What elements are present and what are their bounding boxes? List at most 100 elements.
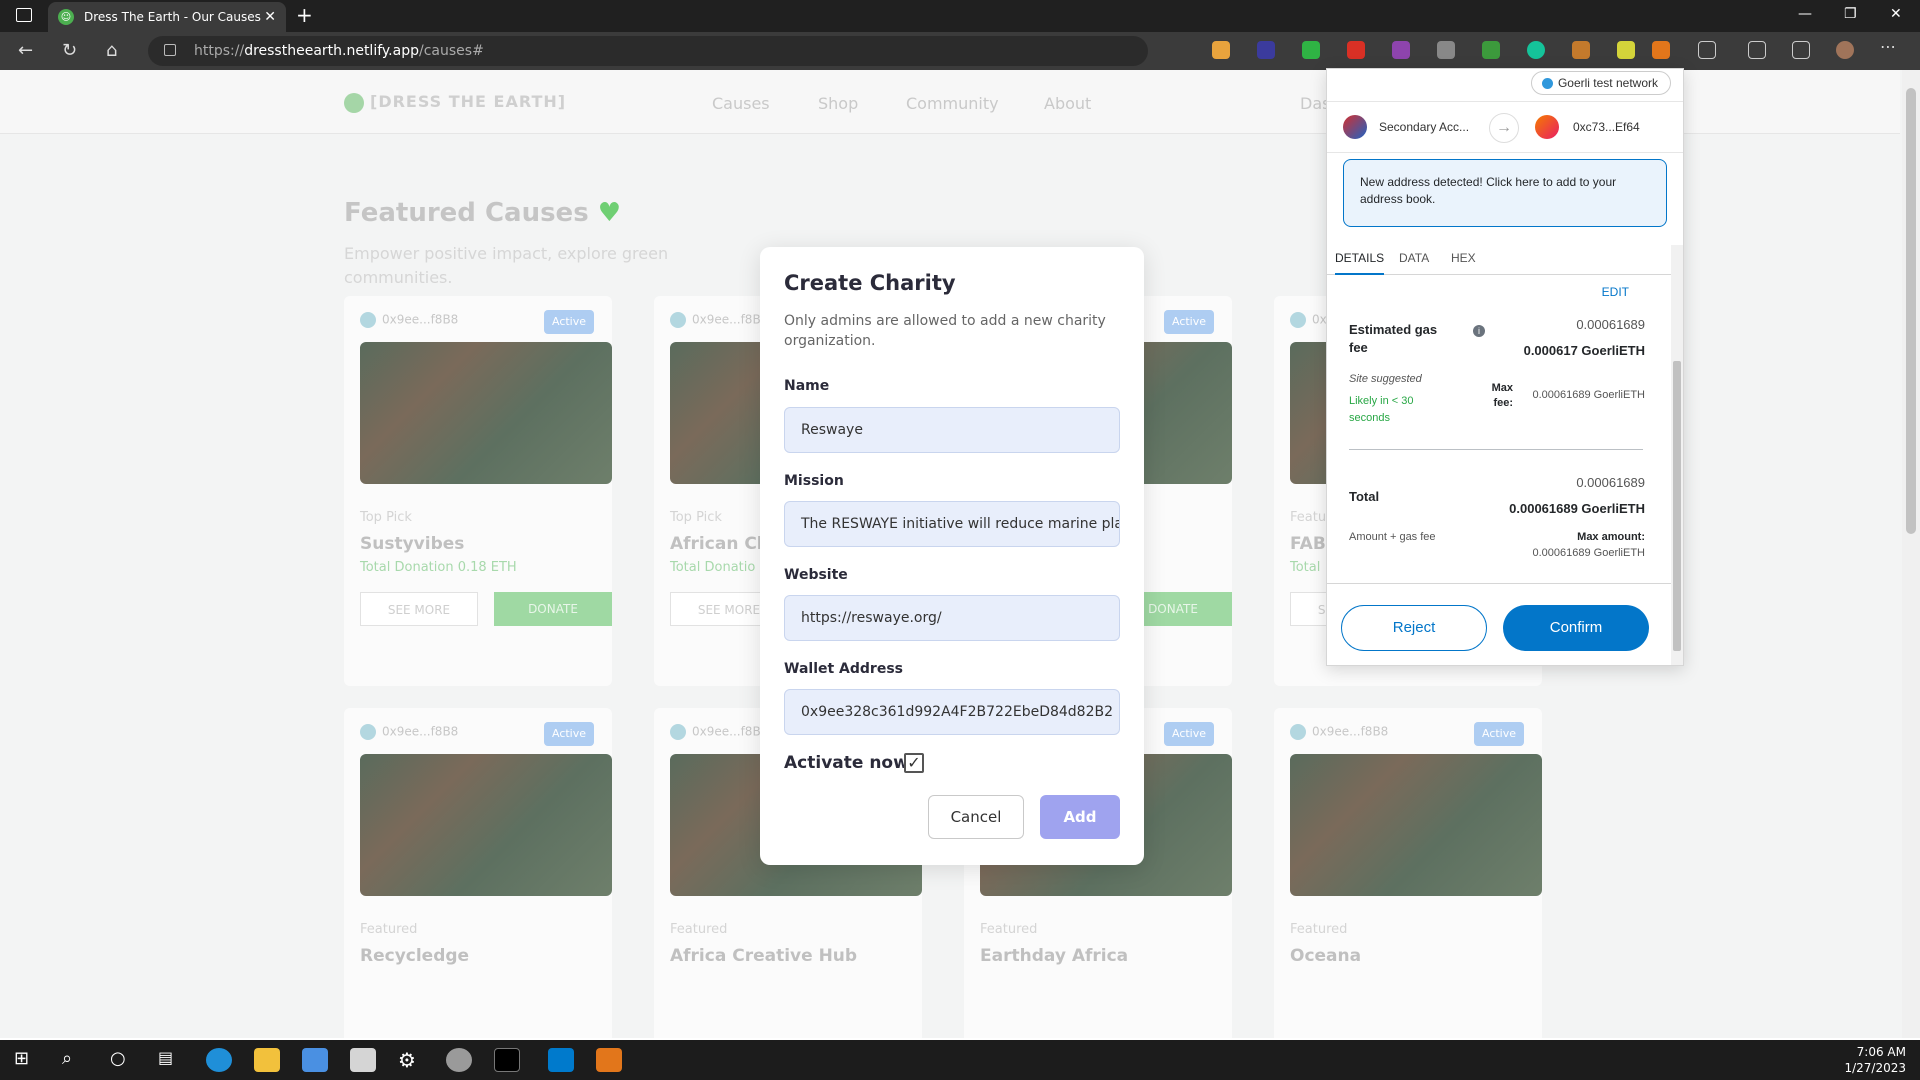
add-button[interactable]: Add: [1040, 795, 1120, 839]
card-name: Oceana: [1290, 946, 1362, 966]
address-bar[interactable]: https://dresstheearth.netlify.app/causes…: [148, 36, 1148, 66]
footer-divider: [1327, 583, 1671, 584]
owner-avatar-icon: [360, 724, 376, 740]
site-favicon-icon: ☺: [58, 9, 74, 25]
name-input[interactable]: Reswaye: [784, 407, 1120, 453]
status-badge: Active: [1164, 310, 1214, 334]
cancel-button[interactable]: Cancel: [928, 795, 1024, 839]
new-tab-icon[interactable]: +: [296, 5, 313, 25]
home-icon[interactable]: ⌂: [106, 40, 117, 61]
store-icon[interactable]: [302, 1048, 328, 1072]
see-more-button[interactable]: SEE MORE: [360, 592, 478, 626]
modal-title: Create Charity: [784, 271, 956, 295]
create-charity-modal: Create Charity Only admins are allowed t…: [760, 247, 1144, 865]
nav-community[interactable]: Community: [906, 94, 999, 113]
tab-actions-icon[interactable]: [16, 8, 32, 22]
minimize-icon[interactable]: —: [1798, 6, 1812, 22]
site-logo[interactable]: [DRESS THE EARTH]: [344, 92, 566, 113]
total-label: Total: [1349, 489, 1380, 504]
mail-icon[interactable]: [350, 1048, 376, 1072]
likely-time: Likely in < 30 seconds: [1349, 395, 1414, 424]
settings-more-icon[interactable]: ⋯: [1880, 39, 1898, 59]
tab-close-icon[interactable]: ✕: [264, 9, 276, 25]
profile-avatar[interactable]: [1836, 41, 1854, 59]
metamask-popup: Goerli test network Secondary Acc... → 0…: [1326, 68, 1684, 666]
extension-green-icon[interactable]: [1302, 41, 1320, 59]
collections-icon[interactable]: [1792, 41, 1810, 59]
tab-data[interactable]: DATA: [1399, 251, 1429, 265]
new-address-notice[interactable]: New address detected! Click here to add …: [1343, 159, 1667, 227]
tab-details[interactable]: DETAILS: [1335, 251, 1385, 275]
extension-download-icon[interactable]: [1482, 41, 1500, 59]
extension-copy-icon[interactable]: [1437, 41, 1455, 59]
terminal-icon[interactable]: [494, 1048, 520, 1072]
extension-key-icon[interactable]: [1572, 41, 1590, 59]
info-icon[interactable]: i: [1473, 325, 1485, 337]
extension-bracket-icon[interactable]: [1257, 41, 1275, 59]
nav-causes[interactable]: Causes: [712, 94, 770, 113]
vscode-icon[interactable]: [548, 1048, 574, 1072]
file-explorer-icon[interactable]: [254, 1048, 280, 1072]
network-dot-icon: [1541, 78, 1553, 89]
start-icon[interactable]: ⊞: [14, 1048, 40, 1072]
edit-link[interactable]: EDIT: [1602, 285, 1629, 299]
refresh-icon[interactable]: ↻: [62, 40, 77, 61]
close-window-icon[interactable]: ✕: [1890, 6, 1902, 22]
reject-button[interactable]: Reject: [1341, 605, 1487, 651]
back-icon[interactable]: ←: [18, 40, 33, 61]
activate-checkbox[interactable]: ✓: [904, 753, 924, 773]
owner-avatar-icon: [670, 724, 686, 740]
metamask-taskbar-icon[interactable]: [596, 1048, 622, 1072]
browser-tab[interactable]: ☺ Dress The Earth - Our Causes ✕: [48, 2, 286, 32]
card-donation: Total Donatio: [670, 560, 756, 575]
cortana-icon[interactable]: ○: [110, 1048, 136, 1072]
nav-shop[interactable]: Shop: [818, 94, 858, 113]
tab-title: Dress The Earth - Our Causes: [84, 10, 261, 24]
card-name: African Cle: [670, 534, 775, 554]
mission-input[interactable]: The RESWAYE initiative will reduce marin…: [784, 501, 1120, 547]
favorites-icon[interactable]: [1748, 41, 1766, 59]
browser-alt-icon[interactable]: [446, 1048, 472, 1072]
to-account-address[interactable]: 0xc73...Ef64: [1573, 120, 1640, 134]
total-bold: 0.00061689 GoerliETH: [1509, 501, 1645, 516]
settings-gear-icon[interactable]: ⚙: [398, 1048, 424, 1072]
website-input[interactable]: https://reswaye.org/: [784, 595, 1120, 641]
cause-card: 0x9ee...f8B8 Active Featured Oceana: [1274, 708, 1542, 1038]
leaf-icon: [344, 92, 364, 113]
card-name: Africa Creative Hub: [670, 946, 858, 966]
extension-yellow-icon[interactable]: [1617, 41, 1635, 59]
tab-hex[interactable]: HEX: [1451, 251, 1476, 265]
checkmark-icon: ✓: [907, 753, 921, 772]
windows-taskbar: ⊞ ⌕ ○ ▤ ⚙ 7:06 AM 1/27/2023: [0, 1040, 1920, 1080]
page-scroll-thumb[interactable]: [1906, 88, 1916, 534]
restore-icon[interactable]: ❐: [1844, 6, 1857, 22]
search-icon[interactable]: ⌕: [62, 1048, 88, 1072]
confirm-button[interactable]: Confirm: [1503, 605, 1649, 651]
mission-label: Mission: [784, 473, 844, 489]
edge-icon[interactable]: [206, 1048, 232, 1072]
clock-date: 1/27/2023: [1844, 1061, 1906, 1075]
cause-image: [360, 342, 612, 484]
max-fee-label: Max fee:: [1491, 382, 1513, 409]
task-view-icon[interactable]: ▤: [158, 1048, 184, 1072]
nav-about[interactable]: About: [1044, 94, 1091, 113]
gas-fee-label: Estimated gas fee: [1349, 322, 1438, 355]
from-account-name[interactable]: Secondary Acc...: [1379, 120, 1469, 134]
extension-chrome-icon[interactable]: [1212, 41, 1230, 59]
popup-scroll-thumb[interactable]: [1673, 361, 1681, 651]
max-fee-value: 0.00061689 GoerliETH: [1532, 389, 1645, 401]
network-pill[interactable]: Goerli test network: [1530, 71, 1671, 95]
metamask-fox-icon[interactable]: [1652, 41, 1670, 59]
gas-fee-bold: 0.000617 GoerliETH: [1523, 343, 1645, 358]
donate-button[interactable]: DONATE: [494, 592, 612, 626]
card-tag: Featured: [360, 922, 418, 937]
card-tag: Top Pick: [360, 510, 412, 525]
extensions-puzzle-icon[interactable]: [1698, 41, 1716, 59]
extension-color-icon[interactable]: [1392, 41, 1410, 59]
cause-card: 0x9ee...f8B8 Active Top Pick Sustyvibes Tota…: [344, 296, 612, 686]
card-tag: Featured: [1290, 922, 1348, 937]
grammarly-icon[interactable]: [1527, 41, 1545, 59]
taskbar-clock[interactable]: 7:06 AM 1/27/2023: [1844, 1044, 1906, 1076]
wallet-input[interactable]: 0x9ee328c361d992A4F2B722EbeD84d82B2: [784, 689, 1120, 735]
extension-red-icon[interactable]: [1347, 41, 1365, 59]
